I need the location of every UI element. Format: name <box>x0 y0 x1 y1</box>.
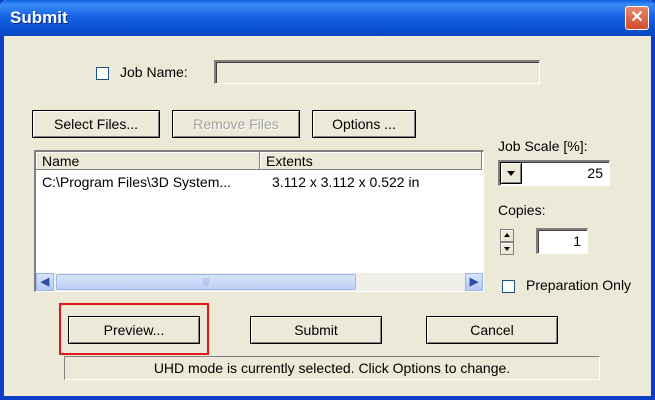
copies-decrement-button[interactable] <box>500 242 514 255</box>
file-list[interactable]: Name Extents C:\Program Files\3D System.… <box>34 150 484 292</box>
options-button[interactable]: Options ... <box>312 110 416 138</box>
cancel-button[interactable]: Cancel <box>426 316 558 344</box>
preparation-only-checkbox[interactable] <box>502 280 515 293</box>
submit-button[interactable]: Submit <box>250 316 382 344</box>
row-name-cell: C:\Program Files\3D System... <box>42 174 232 190</box>
close-icon: ✕ <box>630 9 644 26</box>
status-message: UHD mode is currently selected. Click Op… <box>64 356 600 380</box>
arrow-right-icon[interactable]: ▶ <box>465 273 483 291</box>
remove-files-button[interactable]: Remove Files <box>172 110 300 138</box>
horizontal-scrollbar[interactable]: ◀ ||| ▶ <box>36 273 483 291</box>
select-files-button[interactable]: Select Files... <box>32 110 160 138</box>
job-scale-value: 25 <box>587 165 603 181</box>
job-scale-label: Job Scale [%]: <box>498 138 588 154</box>
submit-dialog: Submit ✕ Job Name: Select Files... Remov… <box>0 0 655 400</box>
job-name-field[interactable] <box>214 60 540 84</box>
window-title: Submit <box>10 8 68 27</box>
title-bar[interactable]: Submit ✕ <box>0 0 655 36</box>
row-extents-cell: 3.112 x 3.112 x 0.522 in <box>272 174 420 190</box>
preview-button[interactable]: Preview... <box>68 316 200 344</box>
copies-label: Copies: <box>498 202 546 218</box>
copies-field[interactable]: 1 <box>536 228 588 254</box>
close-button[interactable]: ✕ <box>625 6 649 30</box>
preparation-only-label: Preparation Only <box>526 277 632 293</box>
scroll-thumb[interactable]: ||| <box>56 274 356 290</box>
job-name-label: Job Name: <box>120 64 188 80</box>
copies-increment-button[interactable] <box>500 229 514 242</box>
chevron-down-icon[interactable] <box>500 162 522 184</box>
job-scale-combobox[interactable]: 25 <box>498 160 610 186</box>
job-name-checkbox[interactable] <box>96 67 109 80</box>
table-row[interactable]: C:\Program Files\3D System... 3.112 x 3.… <box>36 152 483 192</box>
copies-value: 1 <box>573 233 581 249</box>
arrow-left-icon[interactable]: ◀ <box>36 273 54 291</box>
